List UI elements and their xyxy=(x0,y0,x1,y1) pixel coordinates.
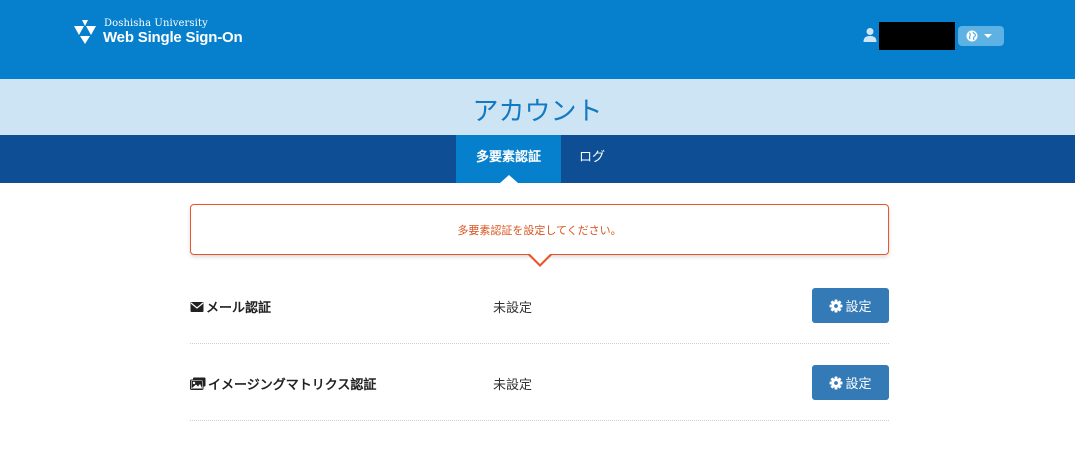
images-icon xyxy=(190,377,206,390)
method-label-text: イメージングマトリクス認証 xyxy=(208,378,377,393)
gear-icon xyxy=(829,299,843,312)
setup-button-label: 設定 xyxy=(845,300,872,315)
method-row-imaging-matrix: イメージングマトリクス認証 未設定 設定 xyxy=(190,344,889,421)
alert-pointer-fill xyxy=(530,254,550,264)
user-icon xyxy=(863,28,877,42)
tab-mfa[interactable]: 多要素認証 xyxy=(456,135,561,183)
setup-imaging-matrix-button[interactable]: 設定 xyxy=(812,365,889,400)
doshisha-sso-logo[interactable]: Doshisha University Web Single Sign-On xyxy=(74,18,243,52)
alert-message: 多要素認証を設定してください。 xyxy=(457,224,622,237)
method-row-email: メール認証 未設定 設定 xyxy=(190,267,889,344)
nav-bar: 多要素認証 ログ xyxy=(0,135,1075,183)
tab-log[interactable]: ログ xyxy=(566,135,618,183)
page-title-bar: アカウント xyxy=(0,79,1075,135)
logo-title-text: Web Single Sign-On xyxy=(103,29,243,46)
username-redacted xyxy=(879,22,955,50)
setup-button-label: 設定 xyxy=(845,377,872,392)
globe-icon xyxy=(966,30,978,42)
active-tab-indicator xyxy=(500,175,518,183)
language-dropdown-button[interactable] xyxy=(958,26,1004,46)
method-label-text: メール認証 xyxy=(206,301,272,316)
logo-mark-icon xyxy=(74,20,96,44)
page-title: アカウント xyxy=(472,97,603,127)
tab-log-label: ログ xyxy=(578,150,605,165)
setup-email-button[interactable]: 設定 xyxy=(812,288,889,323)
method-status: 未設定 xyxy=(493,301,533,316)
envelope-icon xyxy=(190,301,204,312)
method-label: メール認証 xyxy=(190,297,271,316)
method-label: イメージングマトリクス認証 xyxy=(190,374,376,393)
tab-mfa-label: 多要素認証 xyxy=(475,150,541,165)
logo-university-text: Doshisha University xyxy=(104,18,208,29)
alert-box: 多要素認証を設定してください。 xyxy=(190,204,889,267)
gear-icon xyxy=(829,376,843,389)
chevron-down-icon xyxy=(984,34,992,38)
site-header: Doshisha University Web Single Sign-On xyxy=(0,0,1075,79)
method-status: 未設定 xyxy=(493,378,533,393)
